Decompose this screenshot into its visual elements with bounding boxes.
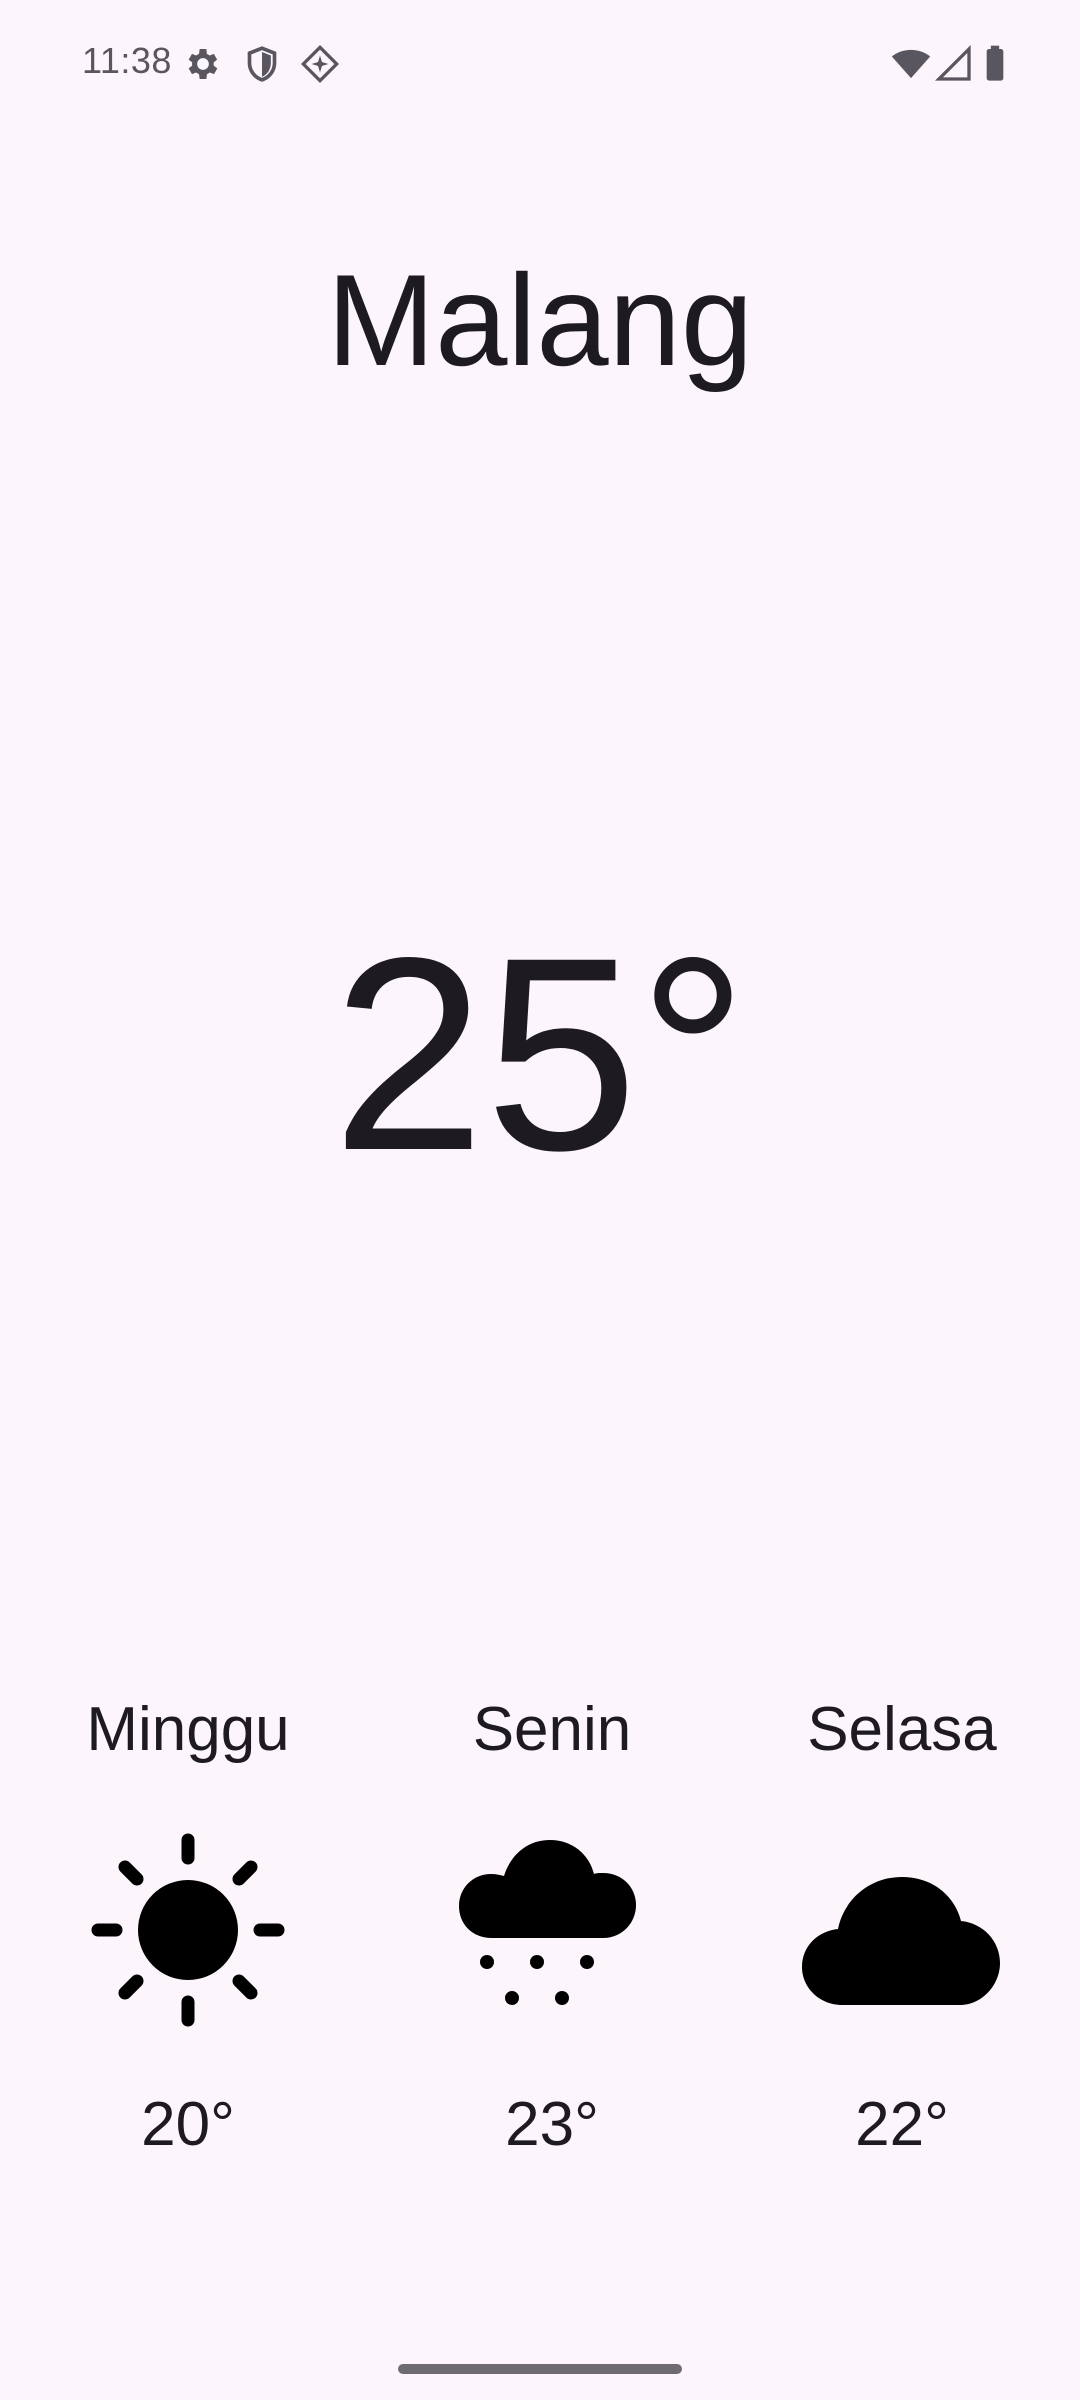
forecast-day-label: Minggu xyxy=(86,1695,290,1764)
gear-icon xyxy=(188,49,218,79)
forecast-day-label: Senin xyxy=(472,1695,632,1764)
cellular-signal-icon xyxy=(934,44,971,81)
status-time: 11:38 xyxy=(82,40,172,81)
forecast-item-selasa: Selasa 22° xyxy=(752,1690,1052,2159)
forecast-temperature: 20° xyxy=(141,2090,235,2159)
wifi-icon xyxy=(891,49,931,79)
cloud-icon xyxy=(802,1877,1000,2005)
forecast-temperature: 22° xyxy=(855,2090,949,2159)
city-name: Malang xyxy=(326,247,754,393)
shield-icon xyxy=(247,46,277,82)
location-diamond-icon xyxy=(300,44,340,84)
forecast-day-label: Selasa xyxy=(807,1695,997,1764)
home-indicator[interactable] xyxy=(398,2364,682,2374)
snow-cloud-icon xyxy=(459,1840,636,2005)
sun-icon xyxy=(91,1833,285,2027)
status-bar: 11:38 xyxy=(0,0,1080,128)
forecast-temperature: 23° xyxy=(505,2090,599,2159)
forecast-item-senin: Senin 23° xyxy=(402,1690,702,2159)
forecast-item-minggu: Minggu 20° xyxy=(38,1690,338,2159)
battery-icon xyxy=(986,45,1004,81)
current-temperature: 25° xyxy=(332,901,748,1208)
